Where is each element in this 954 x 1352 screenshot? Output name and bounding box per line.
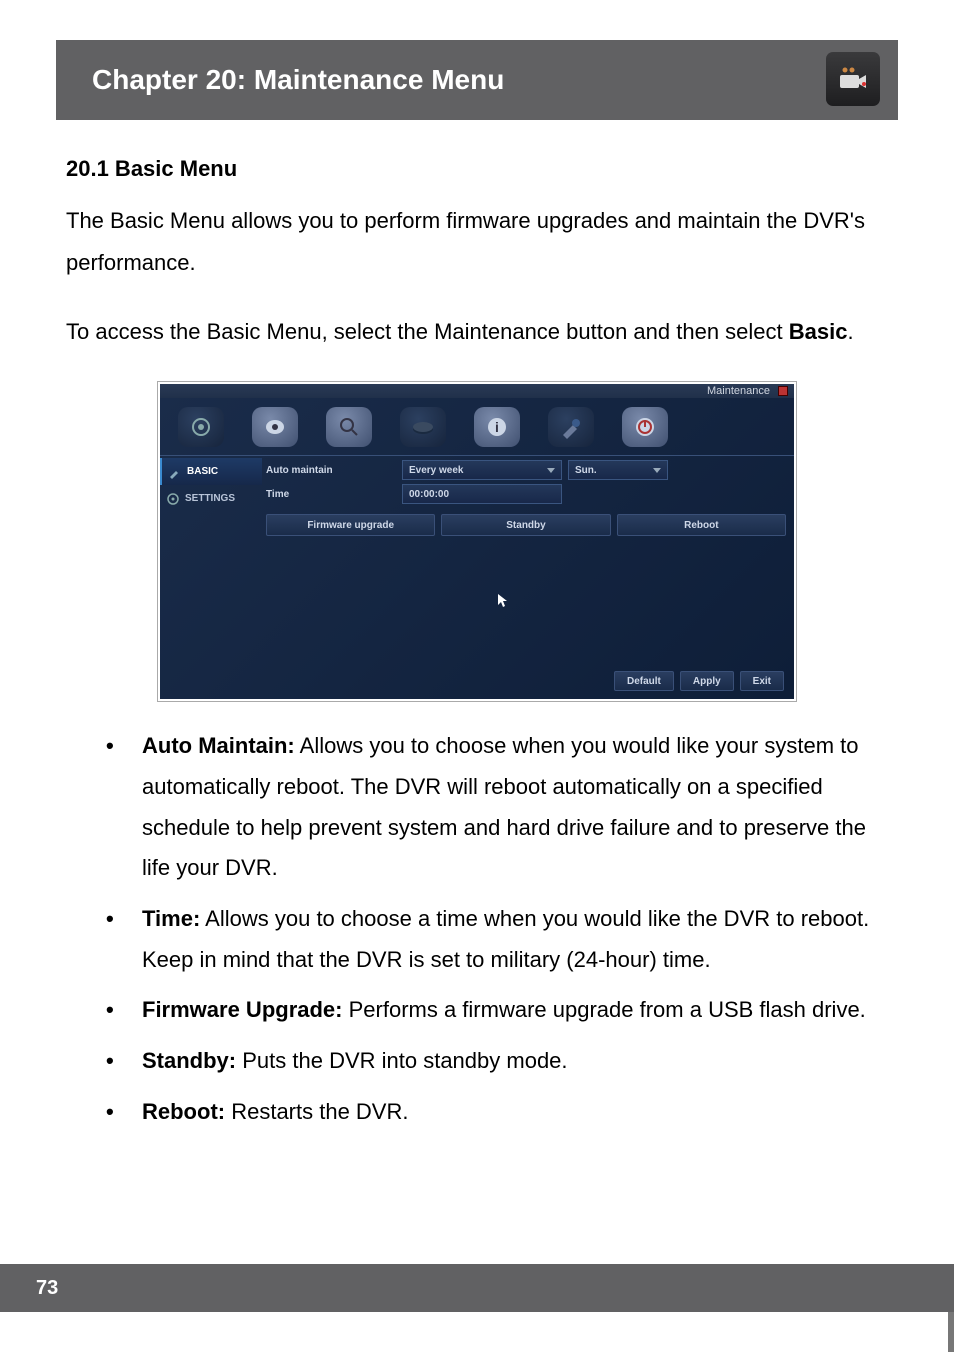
access-text-bold: Basic — [789, 319, 848, 344]
toolbar-icon-info[interactable]: i — [474, 407, 520, 447]
sidebar-item-settings[interactable]: SETTINGS — [160, 485, 262, 512]
main-panel: Auto maintain Every week Sun. — [262, 456, 794, 699]
apply-button[interactable]: Apply — [680, 671, 734, 691]
dropdown-frequency-value: Every week — [409, 461, 464, 480]
firmware-upgrade-button[interactable]: Firmware upgrade — [266, 514, 435, 536]
bullet-firmware-upgrade: Firmware Upgrade: Performs a firmware up… — [106, 990, 888, 1031]
toolbar-icon-gear[interactable] — [178, 407, 224, 447]
exit-button[interactable]: Exit — [740, 671, 784, 691]
standby-button[interactable]: Standby — [441, 514, 610, 536]
page-number: 73 — [36, 1277, 58, 1300]
dropdown-day[interactable]: Sun. — [568, 460, 668, 480]
svg-text:i: i — [495, 419, 499, 435]
close-icon[interactable] — [778, 386, 788, 396]
intro-paragraph: The Basic Menu allows you to perform fir… — [66, 200, 888, 284]
description-list: Auto Maintain: Allows you to choose when… — [66, 722, 888, 1132]
sidebar-label-basic: BASIC — [187, 462, 218, 481]
dvr-maintenance-screenshot: Maintenance — [160, 384, 794, 699]
camera-icon — [826, 52, 880, 106]
screenshot-container: Maintenance — [157, 381, 797, 702]
bullet-standby: Standby: Puts the DVR into standby mode. — [106, 1041, 888, 1082]
dropdown-frequency[interactable]: Every week — [402, 460, 562, 480]
footer-button-row: Default Apply Exit — [614, 671, 784, 691]
page-footer: 73 — [0, 1264, 954, 1312]
action-button-row: Firmware upgrade Standby Reboot — [266, 514, 786, 536]
chevron-down-icon — [547, 468, 555, 473]
gear-icon — [166, 492, 180, 506]
sidebar-item-basic[interactable]: BASIC — [160, 458, 262, 485]
wrench-icon — [168, 465, 182, 479]
input-time-value: 00:00:00 — [409, 485, 449, 504]
cursor-icon — [498, 594, 508, 608]
toolbar-icon-camera[interactable] — [252, 407, 298, 447]
bullet-auto-maintain: Auto Maintain: Allows you to choose when… — [106, 726, 888, 889]
chapter-title: Chapter 20: Maintenance Menu — [92, 64, 504, 96]
section-heading: 20.1 Basic Menu — [66, 148, 888, 190]
toolbar-iconstrip: i — [160, 398, 794, 456]
bullet-reboot: Reboot: Restarts the DVR. — [106, 1092, 888, 1133]
label-time: Time — [266, 485, 396, 504]
dropdown-day-value: Sun. — [575, 461, 597, 480]
window-titlebar: Maintenance — [160, 384, 794, 398]
sidebar: BASIC SETTINGS — [160, 456, 262, 699]
sidebar-label-settings: SETTINGS — [185, 489, 235, 508]
page-tail — [0, 1312, 954, 1352]
access-paragraph: To access the Basic Menu, select the Mai… — [66, 311, 888, 353]
toolbar-icon-hdd[interactable] — [400, 407, 446, 447]
chevron-down-icon — [653, 468, 661, 473]
form-row-time: Time 00:00:00 — [266, 484, 786, 504]
default-button[interactable]: Default — [614, 671, 674, 691]
label-auto-maintain: Auto maintain — [266, 461, 396, 480]
access-text-1: To access the Basic Menu, select the Mai… — [66, 319, 789, 344]
reboot-button[interactable]: Reboot — [617, 514, 786, 536]
input-time[interactable]: 00:00:00 — [402, 484, 562, 504]
toolbar-icon-maintenance[interactable] — [548, 407, 594, 447]
access-text-2: . — [848, 319, 854, 344]
bullet-time: Time: Allows you to choose a time when y… — [106, 899, 888, 980]
window-title: Maintenance — [707, 381, 770, 402]
chapter-bar: Chapter 20: Maintenance Menu — [56, 40, 898, 120]
toolbar-icon-power[interactable] — [622, 407, 668, 447]
form-row-auto-maintain: Auto maintain Every week Sun. — [266, 460, 786, 480]
toolbar-icon-search[interactable] — [326, 407, 372, 447]
